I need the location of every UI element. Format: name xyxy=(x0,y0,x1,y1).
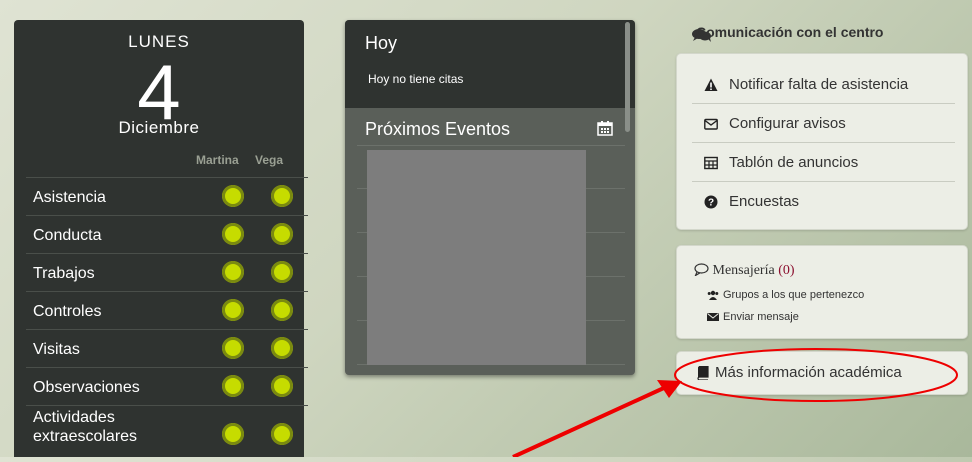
messaging-card: Mensajería (0) Grupos a los que pertenez… xyxy=(676,245,968,339)
status-row-label: Observaciones xyxy=(33,379,140,396)
status-row[interactable]: Asistencia xyxy=(26,177,308,215)
status-dot-martina[interactable] xyxy=(222,375,244,397)
day-month: Diciembre xyxy=(118,118,200,137)
status-row-label: Trabajos xyxy=(33,265,95,282)
status-dot-martina[interactable] xyxy=(222,299,244,321)
menu-item-label: Notificar falta de asistencia xyxy=(729,76,909,93)
communication-card: Notificar falta de asistencia Configurar… xyxy=(676,53,968,230)
messaging-count-badge: (0) xyxy=(778,263,795,278)
menu-item-label: Configurar avisos xyxy=(729,115,846,132)
status-row-label: Controles xyxy=(33,303,102,320)
configure-alerts-link[interactable]: Configurar avisos xyxy=(692,104,955,143)
messaging-label: Mensajería xyxy=(712,263,775,278)
svg-text:?: ? xyxy=(708,198,714,209)
more-academic-info-card[interactable]: Más información académica xyxy=(676,351,968,395)
status-dot-vega[interactable] xyxy=(271,337,293,359)
today-text: Hoy no tiene citas xyxy=(368,72,464,86)
notify-absence-link[interactable]: Notificar falta de asistencia xyxy=(692,65,955,104)
status-row[interactable]: Observaciones xyxy=(26,367,308,405)
status-row-label: Asistencia xyxy=(33,189,106,206)
scrollbar[interactable] xyxy=(625,22,630,132)
warning-icon xyxy=(704,78,718,91)
calendar-icon[interactable] xyxy=(597,120,613,136)
menu-item-label: Encuestas xyxy=(729,193,800,210)
status-rows: Asistencia Conducta Trabajos Controles V… xyxy=(26,177,308,462)
status-dot-vega[interactable] xyxy=(271,261,293,283)
messaging-title[interactable]: Mensajería (0) xyxy=(694,263,795,279)
today-title: Hoy xyxy=(365,33,398,53)
book-icon xyxy=(697,366,709,380)
status-row-label: Conducta xyxy=(33,227,102,244)
more-academic-info-label: Más información académica xyxy=(715,364,902,381)
envelope-icon xyxy=(707,313,719,321)
status-dot-martina[interactable] xyxy=(222,337,244,359)
divider xyxy=(357,145,625,146)
status-dot-vega[interactable] xyxy=(271,375,293,397)
status-dot-vega[interactable] xyxy=(271,423,293,445)
status-row[interactable]: Controles xyxy=(26,291,308,329)
question-circle-icon: ? xyxy=(704,195,718,209)
table-icon xyxy=(704,156,718,170)
status-dot-vega[interactable] xyxy=(271,299,293,321)
status-row[interactable]: Visitas xyxy=(26,329,308,367)
send-message-label: Enviar mensaje xyxy=(723,311,799,323)
menu-item-label: Tablón de anuncios xyxy=(729,154,859,171)
status-dot-martina[interactable] xyxy=(222,185,244,207)
communication-title: Comunicación con el centro xyxy=(696,24,884,40)
status-dot-martina[interactable] xyxy=(222,223,244,245)
notice-board-link[interactable]: Tablón de anuncios xyxy=(692,143,955,182)
status-dot-vega[interactable] xyxy=(271,223,293,245)
status-row-label: Visitas xyxy=(33,341,80,358)
groups-link-label: Grupos a los que pertenezco xyxy=(723,289,865,301)
comment-outline-icon xyxy=(694,263,709,277)
events-image-placeholder xyxy=(367,150,586,365)
status-row[interactable]: Actividades extraescolares xyxy=(26,405,308,462)
today-section: Hoy Hoy no tiene citas xyxy=(345,20,635,108)
day-status-panel: LUNES 4 Diciembre Martina Vega Asistenci… xyxy=(14,20,308,457)
agenda-panel: Hoy Hoy no tiene citas Próximos Eventos xyxy=(345,20,635,375)
annotation-arrow xyxy=(512,385,667,457)
status-row[interactable]: Trabajos xyxy=(26,253,308,291)
student-name-martina[interactable]: Martina xyxy=(196,153,239,167)
status-row[interactable]: Conducta xyxy=(26,215,308,253)
users-icon xyxy=(707,290,719,300)
envelope-outline-icon xyxy=(704,118,718,130)
status-dot-martina[interactable] xyxy=(222,261,244,283)
events-title: Próximos Eventos xyxy=(365,119,511,139)
surveys-link[interactable]: ? Encuestas xyxy=(692,182,955,220)
status-row-label: Actividades extraescolares xyxy=(33,409,138,445)
status-dot-martina[interactable] xyxy=(222,423,244,445)
student-name-vega[interactable]: Vega xyxy=(255,153,283,167)
status-dot-vega[interactable] xyxy=(271,185,293,207)
